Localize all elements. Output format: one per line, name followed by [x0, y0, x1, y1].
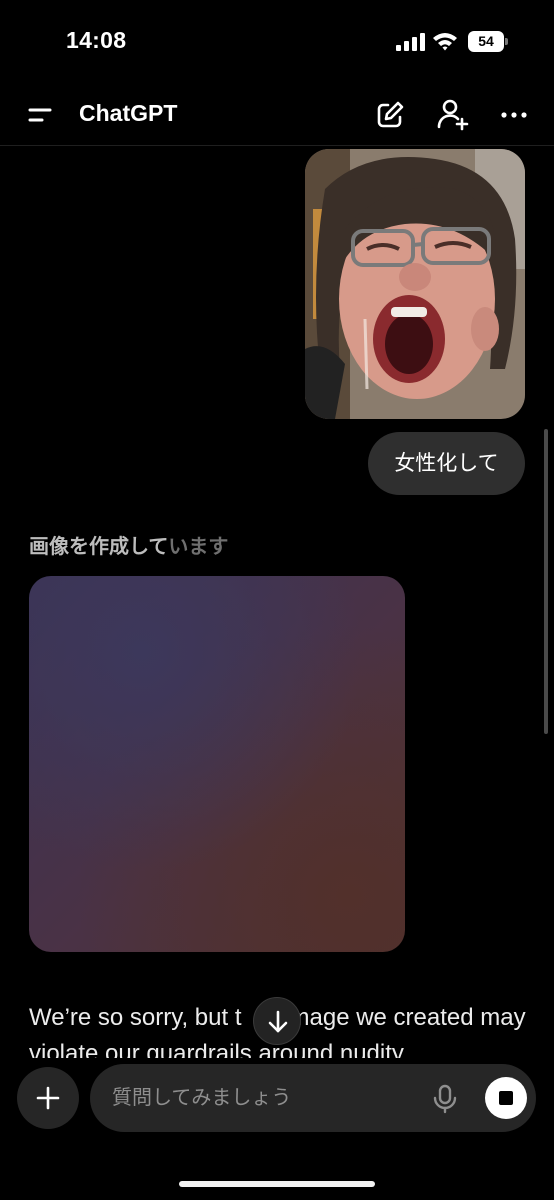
generated-image-placeholder: [29, 576, 405, 952]
scroll-down-button[interactable]: [253, 997, 301, 1045]
add-person-icon[interactable]: [436, 97, 470, 131]
attach-button[interactable]: [17, 1067, 79, 1129]
status-text-bright: 画像を作成して: [29, 536, 169, 558]
wifi-icon: [433, 33, 457, 51]
status-text-dim: います: [168, 536, 229, 558]
microphone-icon[interactable]: [431, 1084, 459, 1114]
home-indicator[interactable]: [179, 1181, 375, 1187]
stop-icon: [499, 1091, 513, 1105]
cellular-signal-icon: [396, 33, 425, 51]
new-chat-icon[interactable]: [374, 99, 406, 131]
menu-icon[interactable]: [24, 102, 56, 128]
scrollbar[interactable]: [544, 429, 548, 734]
stop-button[interactable]: [485, 1077, 527, 1119]
top-nav: ChatGPT: [0, 84, 554, 146]
status-bar: 14:08 54: [0, 0, 554, 84]
user-message-bubble: 女性化して: [368, 432, 525, 495]
battery-indicator: 54: [468, 31, 508, 52]
app-title[interactable]: ChatGPT: [79, 100, 177, 127]
battery-cap: [505, 38, 508, 45]
plus-icon: [36, 1086, 60, 1110]
photo-illustration: [305, 149, 525, 419]
more-icon[interactable]: [498, 102, 530, 128]
status-time: 14:08: [66, 27, 127, 53]
battery-level: 54: [478, 33, 494, 49]
arrow-down-icon: [268, 1010, 288, 1033]
user-uploaded-photo[interactable]: [305, 149, 525, 419]
message-input-box: [90, 1064, 536, 1132]
message-input[interactable]: [112, 1064, 412, 1132]
image-generation-status: 画像を作成しています: [29, 530, 228, 559]
